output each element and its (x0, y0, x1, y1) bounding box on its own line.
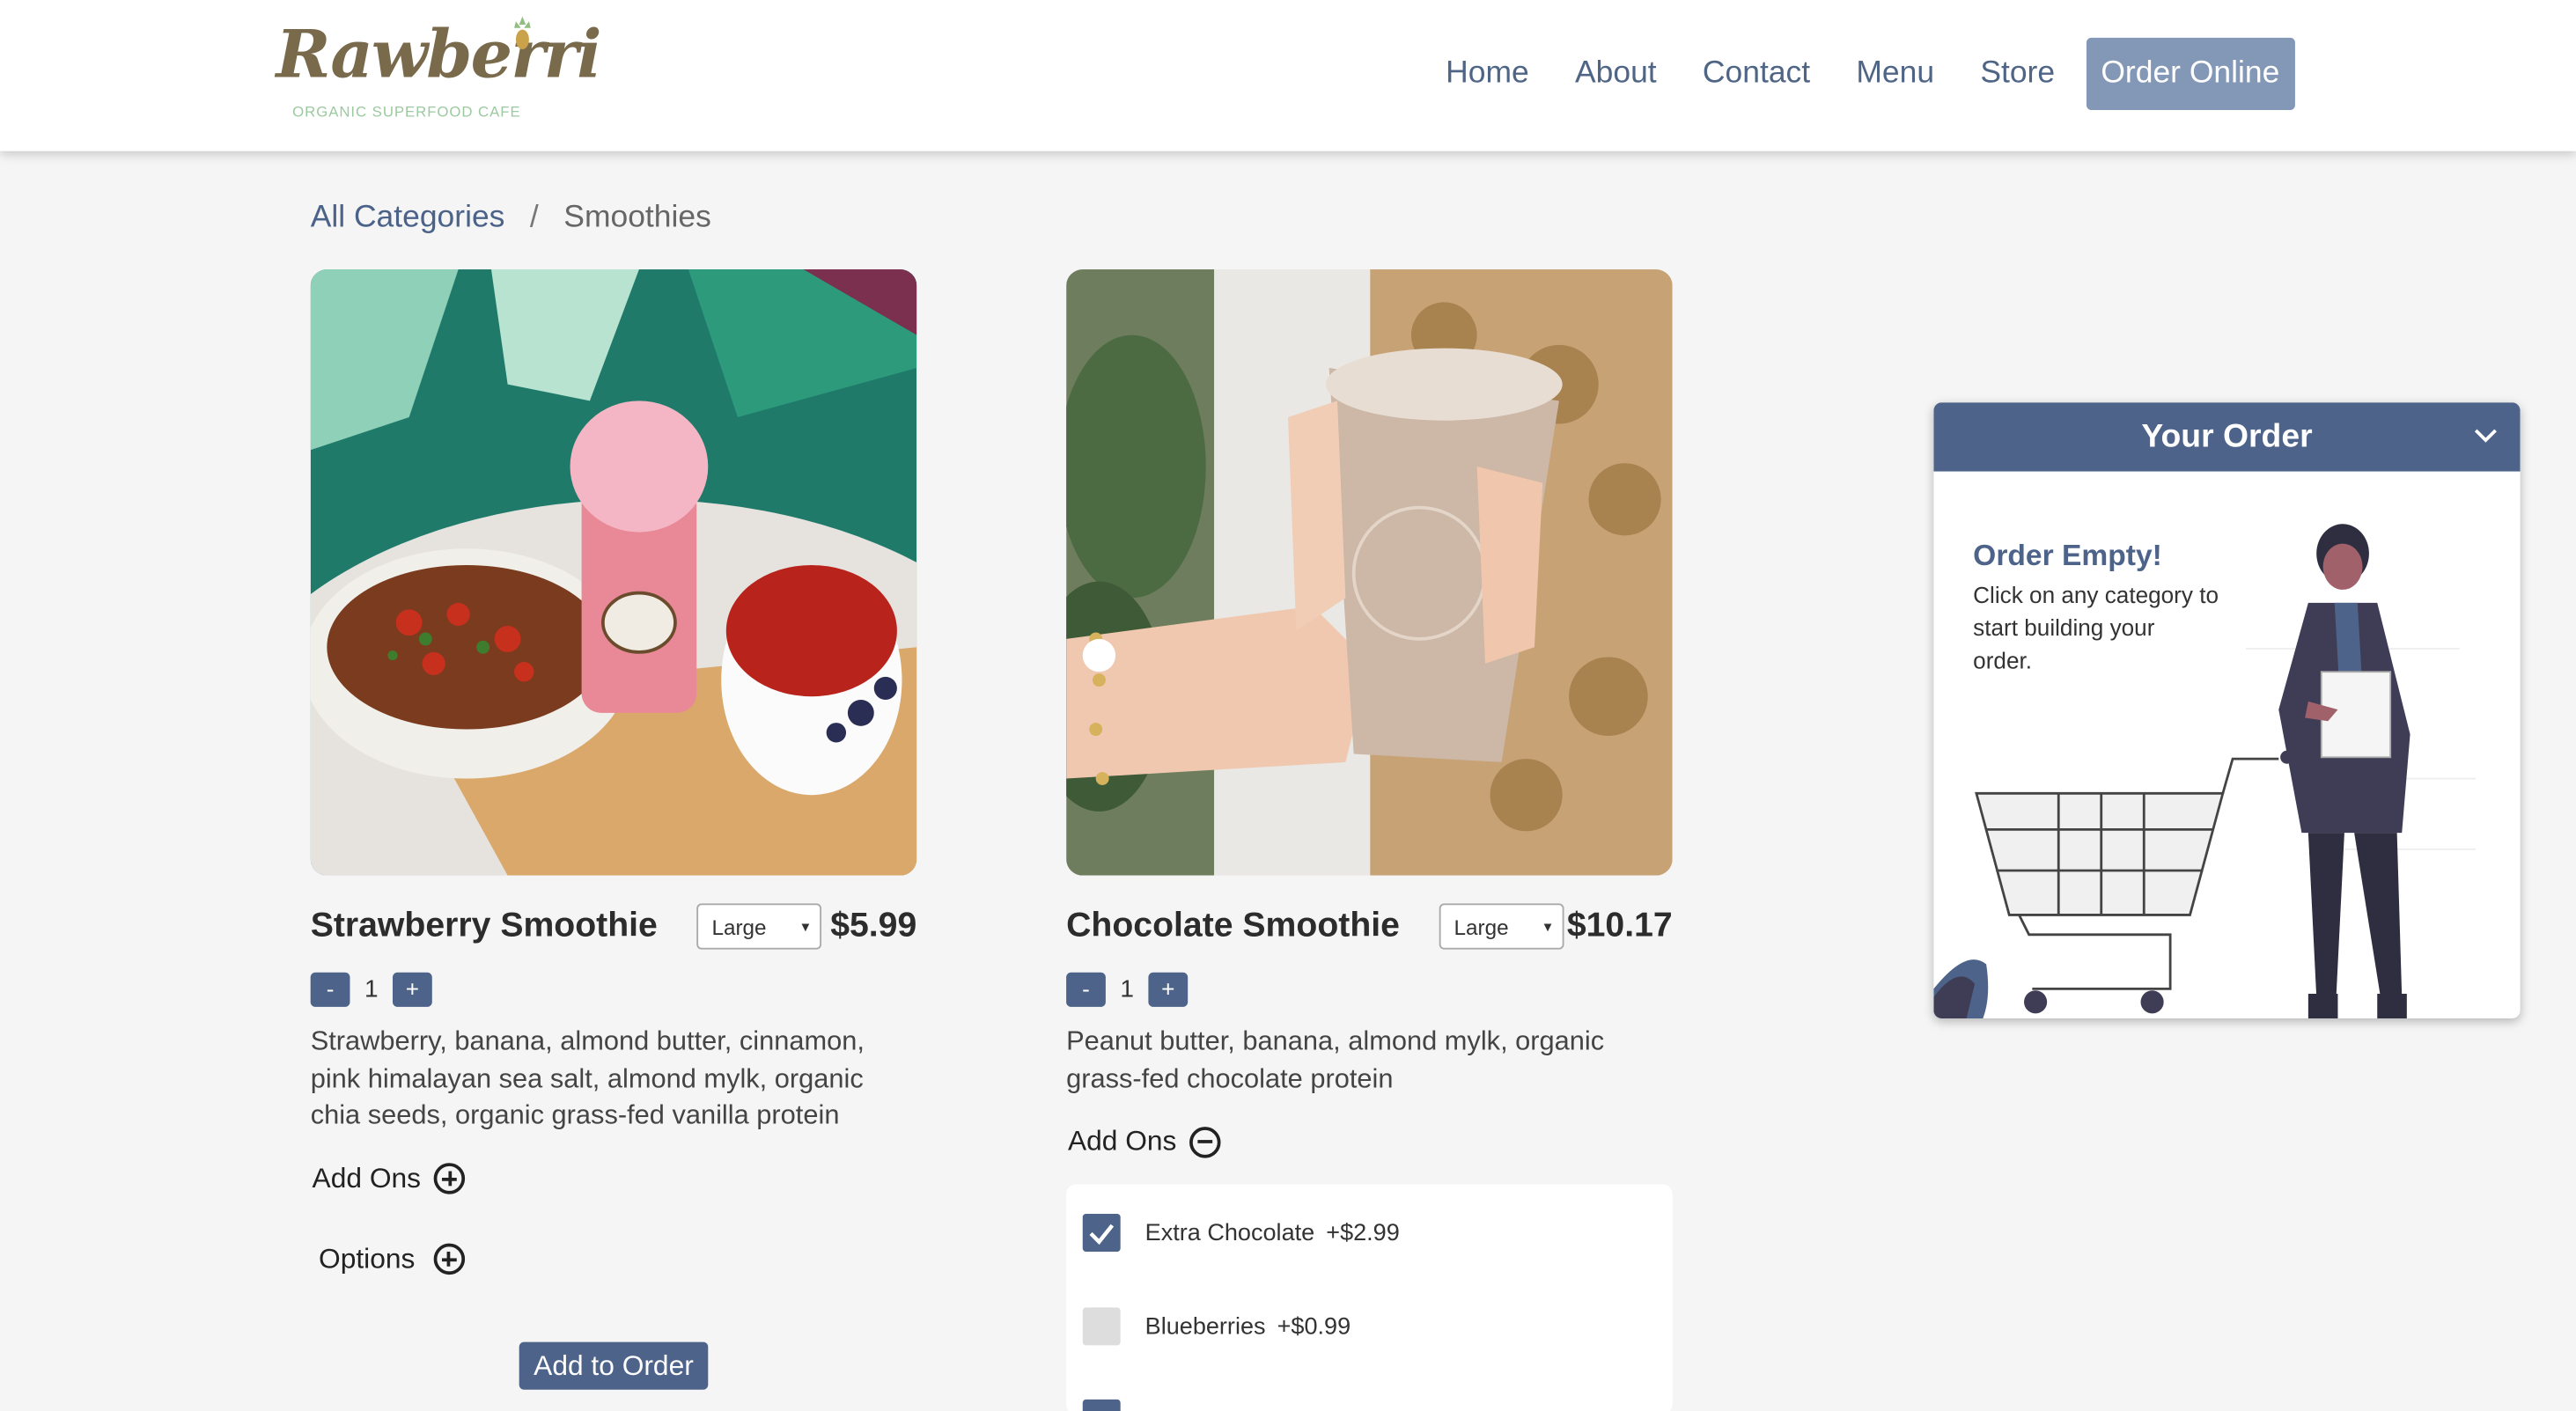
options-toggle[interactable]: Options (319, 1243, 916, 1275)
nav-menu[interactable]: Menu (1856, 55, 1934, 92)
product-price: $5.99 (830, 907, 917, 945)
checkbox-unchecked[interactable] (1082, 1307, 1121, 1346)
add-to-order-button[interactable]: Add to Order (519, 1341, 709, 1390)
addon-row[interactable]: Blueberries +$0.99 (1082, 1307, 1351, 1346)
plus-circle-icon (433, 1163, 466, 1194)
product-description: Peanut butter, banana, almond mylk, orga… (1066, 1026, 1605, 1093)
main-nav: Home About Contact Menu Store Order Onli… (1446, 37, 2295, 111)
minus-circle-icon (1189, 1126, 1221, 1157)
addon-row[interactable]: Extra Chocolate +$2.99 (1082, 1214, 1400, 1252)
order-widget: Your Order Order Empty! Click on any cat… (1933, 402, 2521, 1018)
addons-panel: Extra Chocolate +$2.99 Blueberries +$0.9… (1066, 1184, 1673, 1411)
order-empty-text: Click on any category to start building … (1973, 581, 2219, 674)
addons-toggle[interactable]: Add Ons (1068, 1125, 1673, 1157)
size-select-value: Large (711, 914, 767, 939)
addon-label: Blueberries (1144, 1312, 1266, 1340)
qty-decrease-button[interactable]: - (1066, 971, 1106, 1006)
qty-value: 1 (1120, 974, 1134, 1003)
breadcrumb-current: Smoothies (563, 200, 711, 235)
order-empty-title: Order Empty! (1973, 539, 2162, 572)
order-online-button[interactable]: Order Online (2086, 37, 2295, 111)
product-name: Chocolate Smoothie (1066, 907, 1400, 945)
rawberri-logo[interactable]: Rawberri ORGANIC SUPERFOOD CAFE (276, 16, 602, 125)
addon-label: Extra Chocolate (1144, 1219, 1315, 1246)
plus-circle-icon (432, 1243, 465, 1275)
addons-toggle[interactable]: Add Ons (313, 1162, 917, 1194)
product-name: Strawberry Smoothie (310, 907, 658, 945)
logo-tagline: ORGANIC SUPERFOOD CAFE (292, 103, 521, 121)
checkbox-checked[interactable] (1082, 1214, 1121, 1252)
addons-label: Add Ons (1067, 1125, 1177, 1157)
pineapple-icon (514, 16, 531, 49)
qty-increase-button[interactable]: + (1148, 971, 1189, 1006)
logo-wordmark: Rawberri (276, 16, 602, 94)
quantity-stepper: - 1 + (1066, 971, 1673, 1007)
product-description: Strawberry, banana, almond butter, cinna… (310, 1026, 865, 1130)
product-card-strawberry: Strawberry Smoothie Large ▼ $5.99 - 1 + … (310, 269, 917, 1275)
checkmark-icon (1089, 1224, 1115, 1246)
chocolate-smoothie-image (1066, 269, 1673, 876)
product-price: $10.17 (1566, 907, 1673, 945)
checkbox-partial[interactable] (1082, 1399, 1121, 1411)
qty-increase-button[interactable]: + (392, 971, 432, 1006)
nav-home[interactable]: Home (1446, 55, 1529, 92)
breadcrumb-all-categories[interactable]: All Categories (311, 201, 505, 235)
size-select-value: Large (1454, 914, 1509, 939)
strawberry-smoothie-image (310, 269, 917, 876)
addon-price: +$0.99 (1277, 1312, 1351, 1340)
breadcrumb-separator: / (529, 200, 539, 235)
quantity-stepper: - 1 + (310, 971, 917, 1007)
chevron-down-icon[interactable] (2472, 425, 2499, 445)
nav-contact[interactable]: Contact (1703, 55, 1810, 92)
qty-decrease-button[interactable]: - (310, 971, 350, 1006)
qty-value: 1 (364, 974, 379, 1003)
nav-store[interactable]: Store (1980, 55, 2055, 92)
select-caret-icon: ▼ (1541, 920, 1555, 935)
size-select[interactable]: Large ▼ (696, 903, 822, 950)
addon-price: +$2.99 (1326, 1219, 1400, 1246)
options-label: Options (319, 1242, 416, 1275)
breadcrumb: All Categories / Smoothies (311, 201, 711, 237)
addons-label: Add Ons (312, 1162, 422, 1194)
order-widget-header[interactable]: Your Order (1933, 402, 2521, 472)
nav-about[interactable]: About (1575, 55, 1657, 92)
product-card-chocolate: Chocolate Smoothie Large ▼ $10.17 - 1 + … (1066, 269, 1673, 1158)
site-header: Rawberri ORGANIC SUPERFOOD CAFE Home Abo… (0, 0, 2576, 151)
select-caret-icon: ▼ (799, 920, 813, 935)
size-select[interactable]: Large ▼ (1439, 903, 1564, 950)
order-widget-title: Your Order (2141, 418, 2313, 455)
